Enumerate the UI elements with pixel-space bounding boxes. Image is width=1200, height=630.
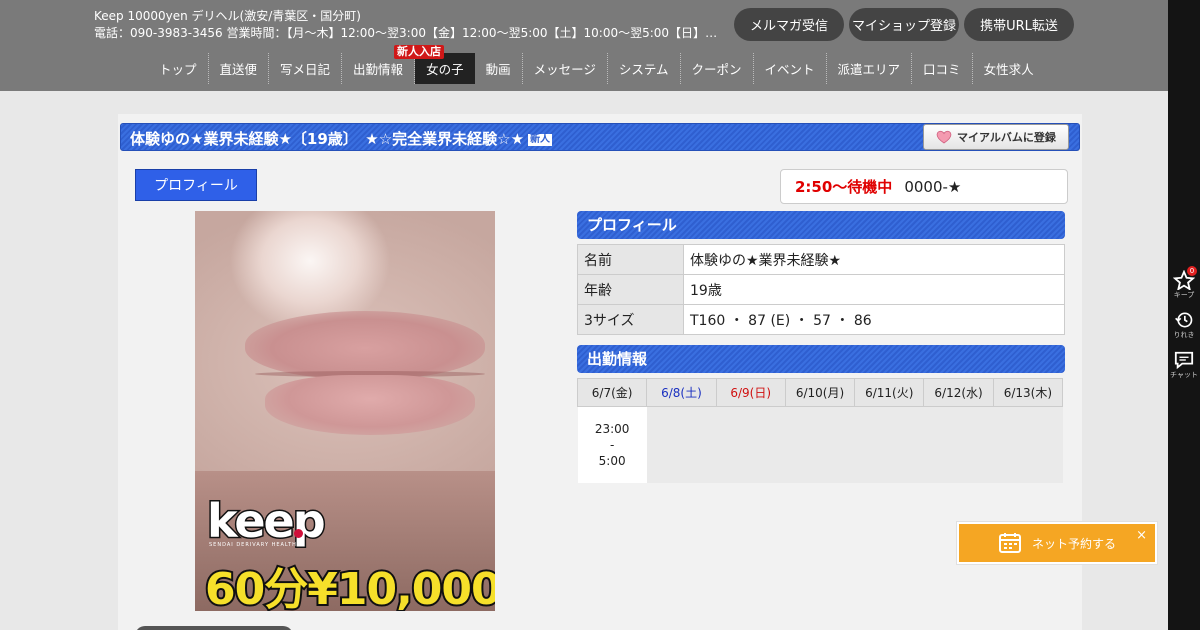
- shift-cell: [854, 406, 924, 483]
- shift-end: 5:00: [598, 453, 626, 468]
- shop-name[interactable]: Keep 10000yen デリヘル(激安/青葉区・国分町): [94, 7, 361, 24]
- nav-direct[interactable]: 直送便: [209, 53, 270, 84]
- profile-table: 名前 体験ゆの★業界未経験★ 年齢 19歳 3サイズ T160 ・ 87 (E)…: [577, 244, 1065, 335]
- schedule-table: 6/7(金) 6/8(土) 6/9(日) 6/10(月) 6/11(火) 6/1…: [576, 378, 1064, 483]
- net-reserve-label: ネット予約する: [1031, 536, 1116, 551]
- add-to-album-label: マイアルバムに登録: [957, 131, 1056, 144]
- profile-key: 年齢: [577, 274, 684, 305]
- profile-value: 19歳: [683, 274, 1065, 305]
- bottom-button[interactable]: [135, 626, 293, 630]
- table-row: 年齢 19歳: [577, 274, 1065, 305]
- net-reserve-button[interactable]: ネット予約する ×: [957, 522, 1157, 564]
- nav-system[interactable]: システム: [608, 53, 681, 84]
- shift-cell: [923, 406, 994, 483]
- keep-label: キープ: [1173, 291, 1195, 299]
- profile-key: 3サイズ: [577, 304, 684, 335]
- mobile-url-button[interactable]: 携帯URL転送: [964, 8, 1074, 41]
- new-tag: 新人: [528, 133, 553, 146]
- right-sidebar: 0 キープ りれき チャット: [1168, 0, 1200, 630]
- girl-title: 体験ゆの★業界未経験★〔19歳〕 ★☆完全業界未経験☆★ 新人: [130, 128, 553, 149]
- history-icon: [1175, 312, 1193, 328]
- day-header: 6/9(日): [715, 378, 786, 407]
- keep-count: 0: [1187, 266, 1197, 276]
- table-row: 3サイズ T160 ・ 87 (E) ・ 57 ・ 86: [577, 304, 1065, 335]
- shift-cell: [785, 406, 855, 483]
- profile-tab[interactable]: プロフィール: [135, 169, 257, 201]
- heart-icon: [936, 130, 952, 144]
- shift-cell: [646, 406, 717, 483]
- table-row: 名前 体験ゆの★業界未経験★: [577, 244, 1065, 275]
- add-to-album-button[interactable]: マイアルバムに登録: [923, 124, 1069, 150]
- shift-separator: -: [609, 437, 615, 452]
- price-overlay: 60分¥10,000: [203, 562, 495, 611]
- keep-logo: keep: [206, 493, 328, 550]
- shift-cell: [716, 406, 786, 483]
- myshop-register-button[interactable]: マイショップ登録: [849, 8, 959, 41]
- history-label: りれき: [1173, 331, 1195, 339]
- photo-lips-lower: [265, 375, 475, 435]
- girl-photo[interactable]: keep SENDAI DERIVARY HEALTH 60分¥10,000: [195, 211, 495, 611]
- keep-logo-subtitle: SENDAI DERIVARY HEALTH: [209, 542, 297, 548]
- close-icon[interactable]: ×: [1136, 528, 1147, 543]
- day-header: 6/13(木): [992, 378, 1064, 407]
- schedule-times-row: 23:00 - 5:00: [577, 406, 1063, 483]
- shift-cell: [993, 406, 1063, 483]
- profile-value: 体験ゆの★業界未経験★: [683, 244, 1065, 275]
- nav-video[interactable]: 動画: [475, 53, 523, 84]
- day-header: 6/11(火): [854, 378, 925, 407]
- day-header: 6/8(土): [646, 378, 717, 407]
- shift-cell: 23:00 - 5:00: [577, 406, 647, 483]
- history-button[interactable]: りれき: [1168, 310, 1200, 340]
- keep-button[interactable]: 0 キープ: [1168, 266, 1200, 300]
- day-header: 6/7(金): [576, 378, 648, 407]
- logo-heart-icon: [294, 529, 303, 538]
- nav-message[interactable]: メッセージ: [523, 53, 608, 84]
- profile-value: T160 ・ 87 (E) ・ 57 ・ 86: [683, 304, 1065, 335]
- site-header: Keep 10000yen デリヘル(激安/青葉区・国分町) 電話：090-39…: [0, 0, 1168, 91]
- profile-heading: プロフィール: [577, 211, 1065, 239]
- chat-label: チャット: [1170, 371, 1198, 379]
- nav-reviews[interactable]: 口コミ: [912, 53, 973, 84]
- status-box: 2:50～待機中 0000-★: [780, 169, 1068, 204]
- nav-area[interactable]: 派遣エリア: [827, 53, 913, 84]
- chat-icon: [1174, 351, 1194, 370]
- day-header: 6/10(月): [784, 378, 856, 407]
- waiting-status: 2:50～待機中: [795, 178, 893, 196]
- calendar-icon: [998, 533, 1021, 553]
- main-nav: トップ 直送便 写メ日記 出勤情報 女の子 動画 メッセージ システム クーポン…: [148, 53, 1045, 84]
- day-header: 6/12(水): [923, 378, 994, 407]
- nav-coupon[interactable]: クーポン: [681, 53, 754, 84]
- nav-recruit[interactable]: 女性求人: [973, 53, 1045, 84]
- shop-info: 電話：090-3983-3456 営業時間：【月～木】12:00～翌3:00【金…: [94, 26, 720, 40]
- chat-button[interactable]: チャット: [1168, 350, 1200, 380]
- girl-title-text: 体験ゆの★業界未経験★〔19歳〕 ★☆完全業界未経験☆★: [130, 130, 525, 148]
- nav-top[interactable]: トップ: [148, 53, 209, 84]
- newsletter-button[interactable]: メルマガ受信: [734, 8, 844, 41]
- schedule-heading: 出勤情報: [577, 345, 1065, 373]
- new-arrival-badge: 新人入店: [394, 45, 444, 59]
- shift-start: 23:00: [594, 421, 630, 436]
- nav-photo-diary[interactable]: 写メ日記: [269, 53, 343, 84]
- status-extra: 0000-★: [904, 177, 962, 196]
- schedule-days-row: 6/7(金) 6/8(土) 6/9(日) 6/10(月) 6/11(火) 6/1…: [576, 378, 1064, 407]
- photo-lips-upper: [245, 311, 485, 379]
- profile-key: 名前: [577, 244, 684, 275]
- nav-event[interactable]: イベント: [754, 53, 827, 84]
